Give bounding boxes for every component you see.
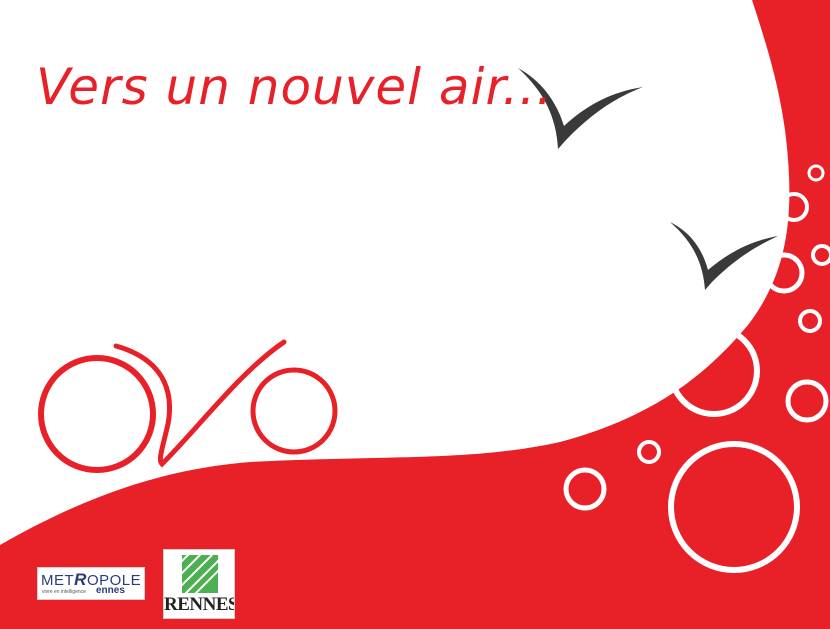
rennes-logo: RENNES bbox=[163, 549, 235, 619]
rennes-wordmark: RENNES bbox=[164, 594, 235, 615]
poster: Vers un nouvel air... METROPOLE ennes vi… bbox=[0, 0, 830, 629]
logo-city-suffix: ennes bbox=[96, 585, 125, 596]
logo-motto: vivre en intelligence bbox=[42, 589, 86, 595]
bicycle-wheel bbox=[250, 367, 338, 455]
tagline: Vers un nouvel air... bbox=[36, 58, 554, 116]
bicycle-icon bbox=[38, 339, 338, 473]
rennes-logo-mark-icon bbox=[182, 555, 218, 593]
bicycle-wheel bbox=[38, 355, 156, 473]
logo-metropole-text: METROPOLE bbox=[41, 570, 142, 589]
bird-icon bbox=[670, 222, 778, 290]
metropole-rennes-logo: METROPOLE ennes vivre en intelligence bbox=[37, 567, 145, 600]
